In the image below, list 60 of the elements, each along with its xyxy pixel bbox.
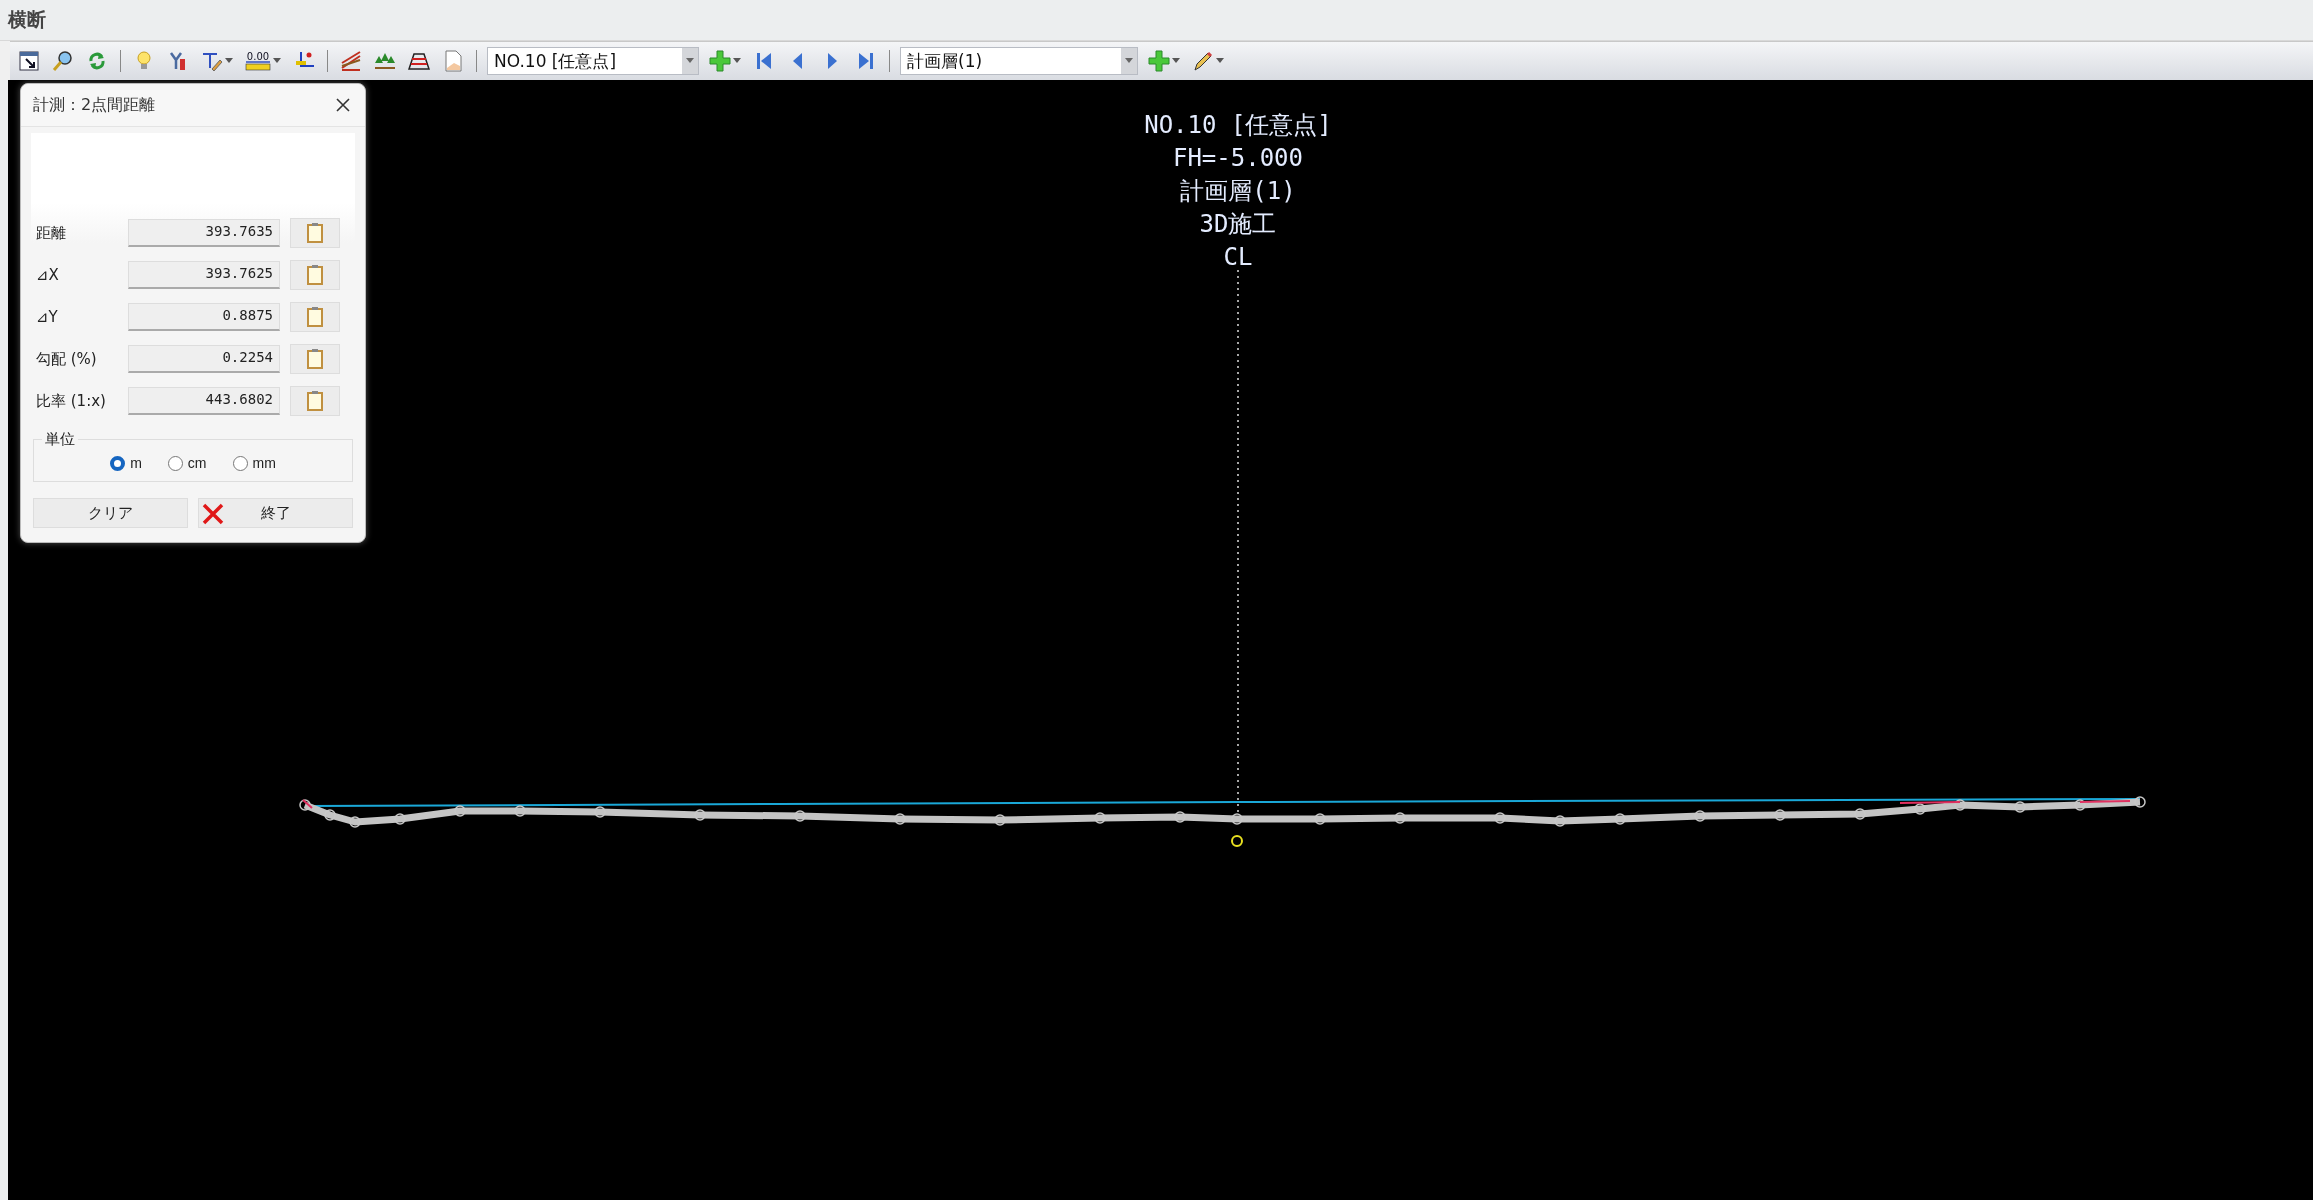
radio-icon[interactable] xyxy=(110,455,126,471)
layers-icon xyxy=(340,50,362,72)
clipboard-icon[interactable] xyxy=(306,390,324,412)
copy-button[interactable] xyxy=(290,386,340,416)
dropdown-arrow-icon[interactable] xyxy=(686,58,694,64)
canvas-label: 3D施工 xyxy=(1199,209,1277,240)
value-field[interactable]: 0.2254 xyxy=(128,345,280,373)
field-label: ⊿Y xyxy=(35,308,59,326)
canvas-label: CL xyxy=(1223,242,1253,273)
point-marker-icon xyxy=(1231,835,1243,847)
copy-button[interactable] xyxy=(290,260,340,290)
unit-radio-option[interactable]: mm xyxy=(232,455,276,471)
field-label: ⊿X xyxy=(35,266,60,284)
dialog-button[interactable]: クリア xyxy=(33,498,188,528)
cross-icon[interactable] xyxy=(201,502,225,526)
clipboard-icon[interactable] xyxy=(306,222,324,244)
add-layer-button[interactable] xyxy=(1146,48,1182,74)
plus-icon xyxy=(709,50,731,72)
radio-icon[interactable] xyxy=(167,455,183,471)
unit-radio-option[interactable]: cm xyxy=(167,455,207,471)
dropdown-arrow-icon[interactable] xyxy=(1125,58,1133,64)
window-title: 横断 xyxy=(8,7,46,32)
value-field[interactable]: 0.8875 xyxy=(128,303,280,331)
caret-icon[interactable] xyxy=(1172,58,1180,64)
canvas-label: NO.10 [任意点] xyxy=(1144,110,1332,141)
caret-icon[interactable] xyxy=(273,58,281,64)
caret-icon[interactable] xyxy=(225,58,233,64)
field-label: 距離 xyxy=(35,223,67,243)
text-pencil-icon xyxy=(201,50,223,72)
value-field[interactable]: 393.7635 xyxy=(128,219,280,247)
magnifier-icon xyxy=(52,50,74,72)
radio-icon[interactable] xyxy=(232,455,248,471)
plus-icon xyxy=(1148,50,1170,72)
unit-radio-option[interactable]: m xyxy=(110,455,142,471)
dialog-button[interactable]: 終了 xyxy=(198,498,353,528)
group-label: 単位 xyxy=(44,430,76,449)
value-field[interactable]: 393.7625 xyxy=(128,261,280,289)
station-dropdown[interactable]: NO.10 [任意点] xyxy=(487,47,699,75)
clipboard-icon[interactable] xyxy=(306,306,324,328)
canvas-label: 計画層(1) xyxy=(1180,176,1296,207)
view-button[interactable] xyxy=(16,48,42,74)
canvas-label: FH=-5.000 xyxy=(1172,143,1303,174)
caret-icon[interactable] xyxy=(733,58,741,64)
window-icon xyxy=(18,50,40,72)
copy-button[interactable] xyxy=(290,344,340,374)
layer-dropdown[interactable]: 計画層(1) xyxy=(900,47,1138,75)
caret-icon[interactable] xyxy=(1216,58,1224,64)
document-icon xyxy=(442,50,464,72)
clipboard-icon[interactable] xyxy=(306,348,324,370)
copy-button[interactable] xyxy=(290,302,340,332)
copy-button[interactable] xyxy=(290,218,340,248)
clipboard-icon[interactable] xyxy=(306,264,324,286)
add-station-button[interactable] xyxy=(707,48,743,74)
value-field[interactable]: 443.6802 xyxy=(128,387,280,415)
road-section-icon xyxy=(408,50,430,72)
pencil-icon xyxy=(1192,50,1214,72)
field-label: 比率 (1:x) xyxy=(35,391,107,411)
ruler-button[interactable]: 0.00 xyxy=(243,48,283,74)
dialog-title: 計測：2点間距離 xyxy=(33,94,156,116)
field-label: 勾配 (%) xyxy=(35,349,98,369)
